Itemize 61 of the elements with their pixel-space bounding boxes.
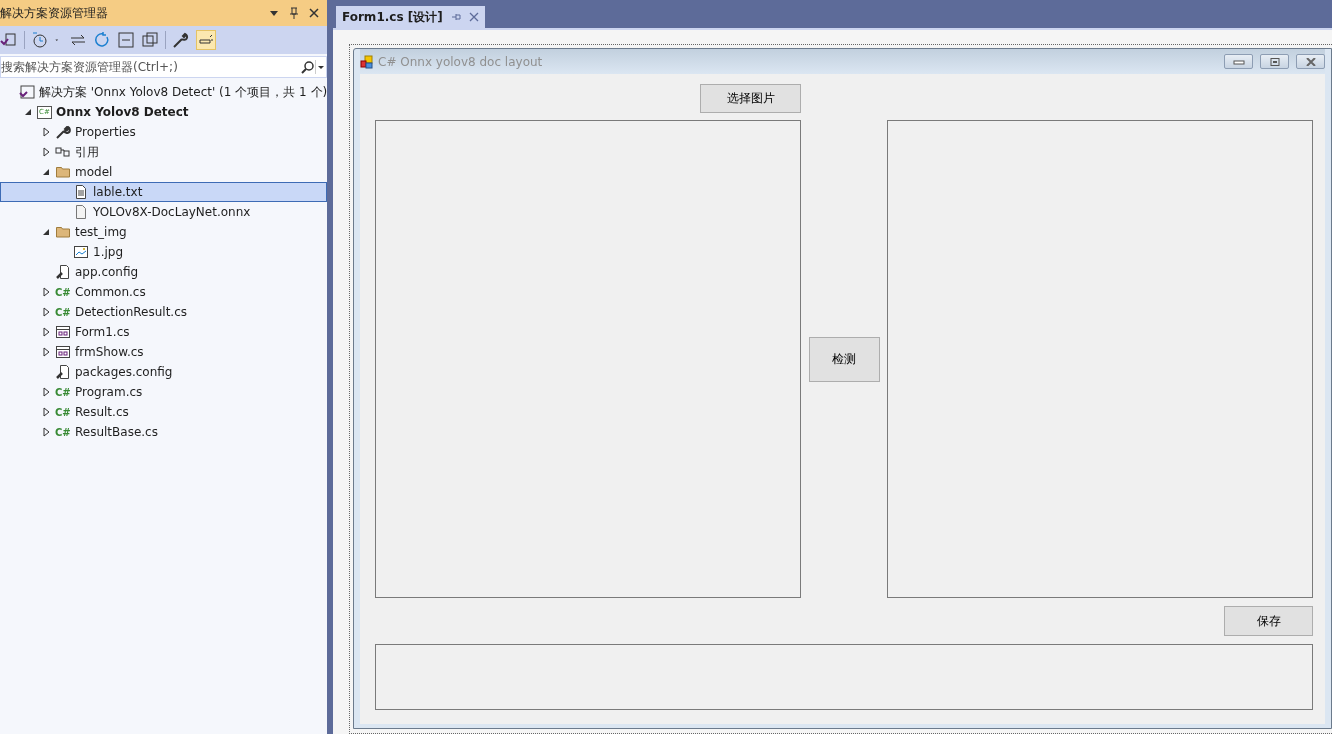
tree-item[interactable]: model bbox=[0, 162, 327, 182]
wrench-icon bbox=[55, 124, 71, 140]
form-icon bbox=[360, 54, 374, 69]
csharp-file-icon: C# bbox=[55, 304, 71, 320]
tree-item[interactable]: frmShow.cs bbox=[0, 342, 327, 362]
tree-item[interactable]: 解决方案 'Onnx Yolov8 Detect' (1 个项目，共 1 个) bbox=[0, 82, 327, 102]
refresh-icon[interactable] bbox=[93, 31, 111, 49]
search-icon[interactable] bbox=[301, 60, 315, 74]
csharp-file-icon: C# bbox=[55, 424, 71, 440]
tree-item[interactable]: lable.txt bbox=[0, 182, 327, 202]
panel-title: 解决方案资源管理器 bbox=[0, 4, 109, 22]
folder-icon bbox=[55, 224, 71, 240]
tree-item[interactable]: C# Program.cs bbox=[0, 382, 327, 402]
tree-item[interactable]: C# ResultBase.cs bbox=[0, 422, 327, 442]
csharp-file-icon: C# bbox=[55, 404, 71, 420]
tree-item[interactable]: app.config bbox=[0, 262, 327, 282]
minimize-icon bbox=[1232, 57, 1245, 66]
maximize-icon bbox=[1268, 57, 1281, 66]
copy-icon[interactable] bbox=[141, 31, 159, 49]
references-icon bbox=[55, 144, 71, 160]
close-button[interactable] bbox=[1296, 54, 1325, 69]
detect-button[interactable]: 检测 bbox=[808, 336, 880, 382]
csharp-file-icon: C# bbox=[55, 284, 71, 300]
solution-switch-icon[interactable] bbox=[0, 31, 18, 49]
tree-item[interactable]: YOLOv8X-DocLayNet.onnx bbox=[0, 202, 327, 222]
tree-item[interactable]: 1.jpg bbox=[0, 242, 327, 262]
preview-icon[interactable] bbox=[196, 30, 216, 50]
form-title: C# Onnx yolov8 doc layout bbox=[378, 54, 544, 69]
folder-icon bbox=[55, 164, 71, 180]
dropdown-icon[interactable] bbox=[315, 60, 326, 74]
tree-item[interactable]: test_img bbox=[0, 222, 327, 242]
image-file-icon bbox=[73, 244, 89, 260]
search-field[interactable]: 搜索解决方案资源管理器(Ctrl+;) bbox=[1, 60, 301, 74]
history-icon[interactable] bbox=[31, 31, 49, 49]
wrench-icon[interactable] bbox=[172, 31, 190, 49]
form-file-icon bbox=[55, 344, 71, 360]
close-icon[interactable] bbox=[468, 12, 479, 22]
tree-item[interactable]: C# DetectionResult.cs bbox=[0, 302, 327, 322]
config-file-icon bbox=[55, 364, 71, 380]
tree-item[interactable]: Properties bbox=[0, 122, 327, 142]
document-tab[interactable]: Form1.cs [设计] bbox=[336, 6, 485, 28]
config-file-icon bbox=[55, 264, 71, 280]
file-icon bbox=[73, 204, 89, 220]
csharp-file-icon: C# bbox=[55, 384, 71, 400]
save-button[interactable]: 保存 bbox=[1224, 606, 1313, 636]
tree-item[interactable]: 引用 bbox=[0, 142, 327, 162]
tree-item[interactable]: Form1.cs bbox=[0, 322, 327, 342]
tree-item[interactable]: packages.config bbox=[0, 362, 327, 382]
tree-item[interactable]: C# Result.cs bbox=[0, 402, 327, 422]
text-box[interactable] bbox=[375, 644, 1313, 710]
close-icon[interactable] bbox=[307, 6, 321, 20]
solution-icon bbox=[19, 84, 35, 100]
close-icon bbox=[1304, 57, 1317, 66]
search-box[interactable]: 搜索解决方案资源管理器(Ctrl+;) bbox=[0, 56, 327, 78]
collapse-all-icon[interactable] bbox=[117, 31, 135, 49]
pin-icon[interactable] bbox=[287, 6, 301, 20]
form-file-icon bbox=[55, 324, 71, 340]
select-image-button[interactable]: 选择图片 bbox=[700, 84, 801, 113]
tree-item[interactable]: C# Common.cs bbox=[0, 282, 327, 302]
maximize-button[interactable] bbox=[1260, 54, 1289, 69]
text-file-icon bbox=[73, 184, 89, 200]
